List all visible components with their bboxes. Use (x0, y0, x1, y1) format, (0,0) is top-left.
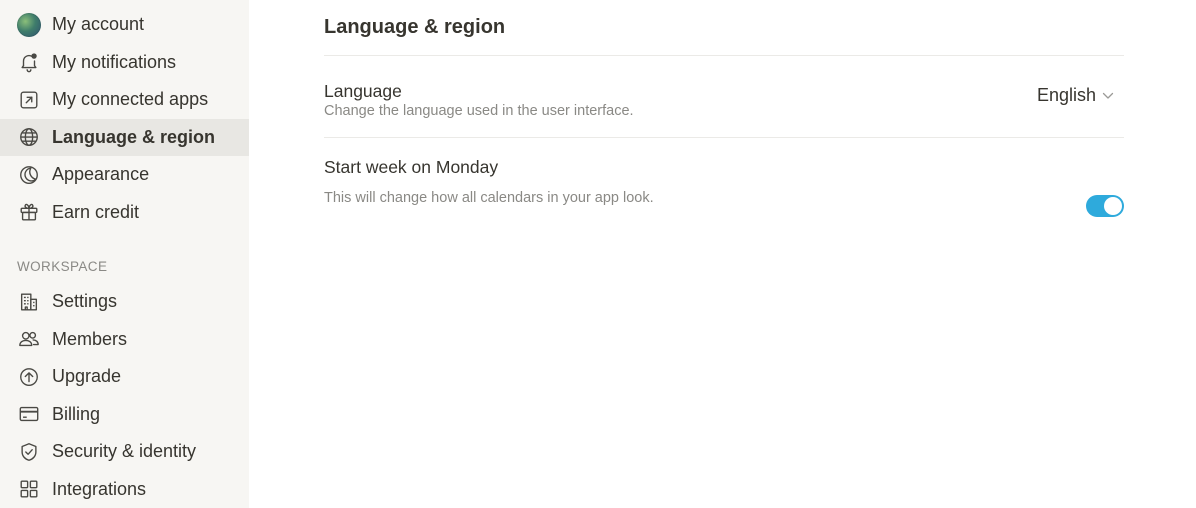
sidebar-item-upgrade[interactable]: Upgrade (0, 358, 249, 396)
sidebar-item-my-account[interactable]: My account (0, 6, 249, 44)
sidebar-item-settings[interactable]: Settings (0, 283, 249, 321)
sidebar-item-label: My connected apps (52, 89, 209, 110)
sidebar-item-label: My notifications (52, 51, 177, 72)
gift-icon (17, 200, 41, 224)
start-week-setting-title: Start week on Monday (324, 157, 499, 177)
sidebar-item-label: Integrations (52, 478, 147, 499)
language-setting-description: Change the language used in the user int… (324, 103, 634, 119)
sidebar-item-label: Upgrade (52, 366, 122, 387)
sidebar-item-label: Appearance (52, 164, 150, 185)
language-setting-title: Language (324, 81, 402, 101)
shield-check-icon (17, 440, 41, 464)
start-week-setting-description: This will change how all calendars in yo… (324, 190, 654, 206)
page-title: Language & region (324, 16, 506, 38)
sidebar-item-appearance[interactable]: Appearance (0, 156, 249, 194)
sidebar-item-label: Earn credit (52, 201, 140, 222)
sidebar-item-label: Billing (52, 403, 101, 424)
settings-content: Language & region Language Change the la… (324, 0, 1124, 228)
sidebar-item-billing[interactable]: Billing (0, 396, 249, 434)
chevron-down-icon (1102, 92, 1114, 100)
sidebar-item-label: Security & identity (52, 441, 197, 462)
arrow-up-circle-icon (17, 365, 41, 389)
sidebar-item-security-identity[interactable]: Security & identity (0, 433, 249, 471)
sidebar-item-integrations[interactable]: Integrations (0, 471, 249, 508)
start-week-monday-toggle[interactable] (1086, 195, 1124, 217)
sidebar-item-my-connected-apps[interactable]: My connected apps (0, 81, 249, 119)
start-week-setting-row: Start week on Monday This will change ho… (324, 138, 1124, 228)
sidebar-item-language-region[interactable]: Language & region (0, 118, 249, 156)
grid-icon (17, 477, 41, 501)
toggle-knob (1104, 197, 1122, 215)
credit-card-icon (17, 402, 41, 426)
workspace-section-label: WORKSPACE (17, 259, 108, 274)
moon-icon (17, 163, 41, 187)
people-icon (17, 327, 41, 351)
sidebar-item-label: Language & region (52, 126, 216, 147)
settings-window: My account My notifications My connected… (0, 0, 1196, 508)
sidebar-item-label: My account (52, 14, 145, 35)
bell-icon (17, 50, 41, 74)
external-link-icon (17, 88, 41, 112)
language-select[interactable]: English (1037, 85, 1114, 106)
sidebar-item-members[interactable]: Members (0, 321, 249, 359)
sidebar-item-earn-credit[interactable]: Earn credit (0, 194, 249, 232)
sidebar-item-my-notifications[interactable]: My notifications (0, 44, 249, 82)
globe-icon (17, 125, 41, 149)
building-icon (17, 290, 41, 314)
avatar (17, 12, 41, 37)
sidebar-item-label: Members (52, 328, 128, 349)
language-select-value: English (1036, 85, 1096, 105)
language-setting-row: Language Change the language used in the… (324, 56, 1124, 137)
settings-main: Language & region Language Change the la… (249, 0, 1196, 508)
sidebar-item-label: Settings (52, 291, 118, 312)
settings-sidebar: My account My notifications My connected… (0, 0, 249, 508)
